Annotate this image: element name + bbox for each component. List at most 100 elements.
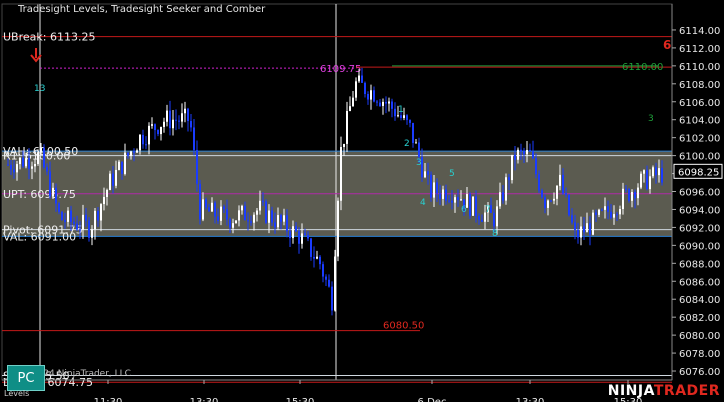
candle-body (19, 157, 21, 165)
candle-body (211, 202, 213, 212)
pc-button[interactable]: PC (7, 365, 45, 391)
candle-body (652, 167, 654, 177)
candle-body (496, 206, 498, 227)
candle-body (190, 121, 192, 128)
candle-body (106, 189, 108, 197)
candle-body (181, 113, 183, 122)
candle-body (154, 124, 156, 131)
candle-body (544, 197, 546, 208)
candle-body (376, 101, 378, 103)
candle-body (355, 81, 357, 98)
candle-body (37, 152, 39, 164)
candle-body (646, 170, 648, 190)
candle-body (607, 206, 609, 212)
candle-body (289, 231, 291, 239)
candle-body (472, 196, 474, 216)
target-label: 6110.00 (622, 62, 663, 73)
candle-body (349, 106, 351, 111)
comber-count: 4 (420, 198, 426, 208)
candle-body (124, 152, 126, 174)
candle-body (274, 222, 276, 228)
candle-body (526, 149, 528, 155)
candle-body (382, 101, 384, 106)
candle-body (286, 215, 288, 232)
price-tick-label: 6086.00 (679, 277, 720, 288)
candle-body (457, 197, 459, 201)
candle-body (25, 158, 27, 167)
candle-body (196, 149, 198, 184)
candle-body (334, 256, 336, 311)
candle-body (397, 115, 399, 117)
candle-body (556, 185, 558, 199)
candle-body (469, 194, 471, 216)
price-tick-label: 6080.00 (679, 331, 720, 342)
candle-body (370, 90, 372, 100)
candle-body (52, 187, 54, 197)
time-tick-label: 13:30 (516, 397, 545, 402)
candle-body (460, 199, 462, 201)
candle-body (385, 101, 387, 104)
candle-body (307, 234, 309, 239)
candle-body (403, 115, 405, 118)
candle-body (586, 223, 588, 233)
price-tick-label: 6088.00 (679, 259, 720, 270)
candle-body (172, 119, 174, 129)
candle-body (76, 223, 78, 230)
candle-body (217, 216, 219, 221)
candle-body (82, 214, 84, 230)
candle-body (133, 151, 135, 153)
candle-body (85, 214, 87, 221)
candle-body (592, 212, 594, 235)
candle-body (364, 82, 366, 95)
candle-body (7, 164, 9, 166)
candle-body (112, 173, 114, 186)
candle-body (265, 201, 267, 223)
candle-body (70, 210, 72, 222)
candle-body (220, 206, 222, 221)
candle-body (109, 173, 111, 190)
candle-body (247, 220, 249, 222)
comber-count: 8 (492, 229, 498, 239)
candle-body (346, 110, 348, 144)
candle-body (28, 158, 30, 169)
candle-body (55, 187, 57, 204)
candle-body (418, 142, 420, 158)
levels-tab[interactable]: Levels (4, 389, 29, 398)
last-price-label: 6098.25 (678, 167, 719, 178)
candle-body (439, 193, 441, 199)
candle-body (118, 161, 120, 170)
level-label: UPT: 6095.75 (3, 188, 76, 201)
candle-body (268, 210, 270, 223)
candle-body (622, 188, 624, 210)
candle-body (166, 110, 168, 122)
candle-body (163, 121, 165, 127)
price-tick-label: 6082.00 (679, 313, 720, 324)
candle-body (361, 75, 363, 83)
candle-body (499, 192, 501, 207)
candle-body (634, 192, 636, 199)
price-tick-label: 6100.00 (679, 152, 720, 163)
candle-body (142, 134, 144, 145)
candle-body (661, 168, 663, 183)
candle-body (175, 119, 177, 121)
candle-body (79, 229, 81, 231)
candle-body (208, 207, 210, 212)
candle-body (259, 200, 261, 211)
candle-body (136, 150, 138, 153)
price-tick-label: 6078.00 (679, 349, 720, 360)
candle-body (409, 119, 411, 123)
candle-body (295, 226, 297, 232)
candle-body (193, 127, 195, 150)
candle-body (304, 233, 306, 235)
candle-body (553, 198, 555, 201)
candle-body (529, 149, 531, 152)
candle-body (565, 193, 567, 195)
candle-body (550, 200, 552, 202)
candle-body (244, 205, 246, 221)
candle-body (442, 189, 444, 199)
candle-body (532, 151, 534, 159)
price-tick-label: 6096.00 (679, 188, 720, 199)
candle-body (214, 202, 216, 217)
candle-body (49, 171, 51, 197)
price-chart[interactable]: UBreak: 6113.25VAH: 6100.50R1: 6100.00UP… (0, 0, 724, 402)
